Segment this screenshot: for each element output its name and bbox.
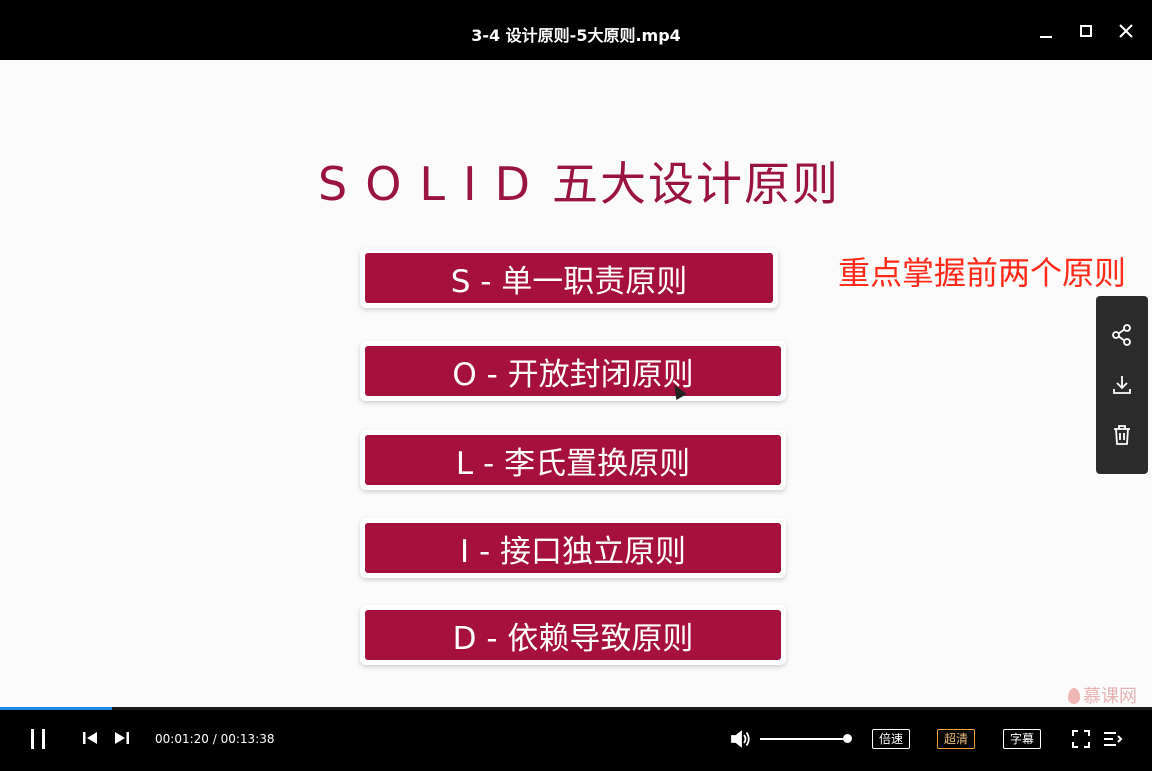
principle-card: D - 依赖导致原则 xyxy=(360,605,786,665)
principle-label: I - 接口独立原则 xyxy=(365,523,781,573)
principle-label: O - 开放封闭原则 xyxy=(365,346,781,396)
current-time: 00:01:20 xyxy=(155,732,209,746)
download-icon xyxy=(1113,376,1131,394)
speaker-icon xyxy=(731,730,750,748)
principle-label: D - 依赖导致原则 xyxy=(365,610,781,660)
principle-card: I - 接口独立原则 xyxy=(360,518,786,578)
principle-card: L - 李氏置换原则 xyxy=(360,430,786,490)
quality-button[interactable]: 超清 xyxy=(937,729,976,749)
volume-button[interactable] xyxy=(730,728,752,750)
playlist-button[interactable] xyxy=(1102,728,1124,750)
principle-label: S - 单一职责原则 xyxy=(365,253,773,303)
volume-slider-track[interactable] xyxy=(760,738,848,740)
delete-button[interactable] xyxy=(1096,410,1148,460)
maximize-icon xyxy=(1080,25,1092,37)
close-button[interactable] xyxy=(1113,18,1139,44)
annotation-text: 重点掌握前两个原则 xyxy=(838,254,1127,292)
fullscreen-button[interactable] xyxy=(1070,728,1092,750)
minimize-button[interactable] xyxy=(1033,18,1059,44)
next-button[interactable] xyxy=(112,728,132,748)
maximize-button[interactable] xyxy=(1073,18,1099,44)
share-button[interactable] xyxy=(1096,310,1148,360)
pause-icon xyxy=(42,729,45,749)
previous-button[interactable] xyxy=(80,728,100,748)
trash-icon xyxy=(1114,425,1130,445)
minimize-icon xyxy=(1040,36,1052,38)
principle-list: S - 单一职责原则 O - 开放封闭原则 L - 李氏置换原则 I - 接口独… xyxy=(0,60,1152,707)
close-icon xyxy=(1119,24,1133,38)
time-separator: / xyxy=(208,732,221,746)
flame-icon xyxy=(1068,688,1080,704)
brand-text: 慕课网 xyxy=(1083,686,1137,707)
pause-icon xyxy=(31,729,34,749)
side-toolbar xyxy=(1096,296,1148,474)
skip-next-icon xyxy=(115,732,129,744)
principle-card: O - 开放封闭原则 xyxy=(360,341,786,401)
volume-slider-handle[interactable] xyxy=(843,734,852,743)
speed-button[interactable]: 倍速 xyxy=(872,729,911,749)
download-button[interactable] xyxy=(1096,360,1148,410)
title-bar: 3-4 设计原则-5大原则.mp4 xyxy=(0,0,1152,60)
subtitle-button[interactable]: 字幕 xyxy=(1003,729,1042,749)
skip-previous-icon xyxy=(83,732,97,744)
total-time: 00:13:38 xyxy=(220,732,275,746)
control-bar: 00:01:20 / 00:13:38 倍速 超清 字幕 xyxy=(0,710,1152,771)
playlist-icon xyxy=(1104,732,1123,746)
principle-card: S - 单一职责原则 xyxy=(360,248,778,308)
video-frame[interactable]: SOLID五大设计原则 S - 单一职责原则 O - 开放封闭原则 L - 李氏… xyxy=(0,60,1152,707)
principle-label: L - 李氏置换原则 xyxy=(365,435,781,485)
time-display: 00:01:20 / 00:13:38 xyxy=(155,732,274,746)
window-title: 3-4 设计原则-5大原则.mp4 xyxy=(471,26,681,45)
video-player-window: 3-4 设计原则-5大原则.mp4 SOLID五大设计原则 S - 单一职责原则… xyxy=(0,0,1152,771)
fullscreen-icon xyxy=(1072,730,1090,748)
brand-logo: 慕课网 xyxy=(1068,682,1137,707)
share-icon xyxy=(1112,324,1131,346)
pause-button[interactable] xyxy=(26,727,50,751)
